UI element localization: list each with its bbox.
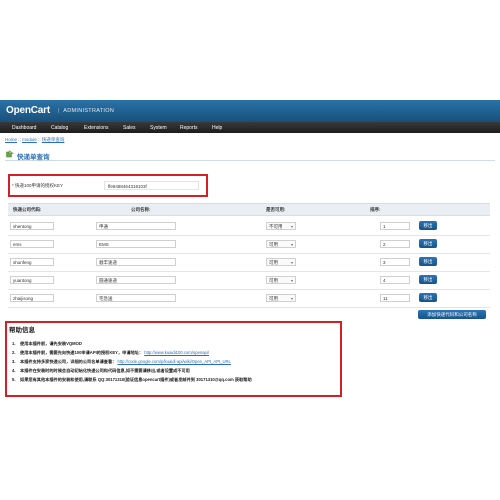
remove-button[interactable]: 移出 bbox=[419, 239, 437, 248]
help-item-text: 如果您有其他本插件的安装和使用,请联系 QQ:30171310(验证信息open… bbox=[20, 377, 252, 382]
company-name-input[interactable]: EMS bbox=[96, 240, 176, 248]
menu-reports[interactable]: Reports bbox=[180, 125, 198, 131]
status-select[interactable]: 可用 ▾ bbox=[266, 258, 296, 266]
page-title: 快递单查询 bbox=[17, 154, 50, 161]
table-row: yuantong 圆通速递 可用 ▾ 4 移出 bbox=[8, 272, 490, 290]
code-input[interactable]: ems bbox=[10, 240, 54, 248]
menu-dashboard[interactable]: Dashboard bbox=[12, 125, 36, 131]
header-subtitle: ADMINISTRATION bbox=[63, 108, 115, 114]
help-item-number: 4. bbox=[12, 368, 16, 373]
header-separator: | bbox=[58, 108, 60, 114]
status-select[interactable]: 可用 ▾ bbox=[266, 276, 296, 284]
order-input[interactable]: 2 bbox=[380, 240, 410, 248]
menu-sales[interactable]: Sales bbox=[123, 125, 136, 131]
chevron-down-icon: ▾ bbox=[290, 242, 293, 247]
breadcrumb-home[interactable]: Home bbox=[5, 137, 17, 142]
help-item-text: 本插件在安装时的时候会自动初始化快递公司和代码信息,如不需要请移出,或者设置成不… bbox=[20, 368, 190, 373]
chevron-down-icon: ▾ bbox=[290, 296, 293, 301]
menu-help[interactable]: Help bbox=[212, 125, 222, 131]
module-icon bbox=[6, 150, 14, 158]
help-link[interactable]: http://www.kuaidi100.com/openapi/ bbox=[144, 350, 209, 355]
help-item-text: 本插件支持多家快递公司，详细的公司名单请查看： bbox=[20, 359, 117, 364]
help-link[interactable]: http://code.google.com/p/kuaidi-api/wiki… bbox=[118, 359, 231, 364]
add-courier-button[interactable]: 添加快递代码和公司名称 bbox=[418, 310, 486, 319]
opencart-logo[interactable]: OpenCart bbox=[6, 105, 50, 116]
column-order: 排序: bbox=[370, 207, 381, 212]
code-input[interactable]: yuantong bbox=[10, 276, 54, 284]
status-select[interactable]: 可用 ▾ bbox=[266, 294, 296, 302]
chevron-down-icon: ▾ bbox=[290, 278, 293, 283]
status-value: 可用 bbox=[269, 242, 278, 247]
code-input[interactable]: zhaijisong bbox=[10, 294, 54, 302]
status-select[interactable]: 不可用 ▾ bbox=[266, 222, 296, 230]
help-item: 1. 使用本插件前，请先安装VQMOD bbox=[12, 339, 332, 348]
remove-button[interactable]: 移出 bbox=[419, 221, 437, 230]
help-item: 2. 使用本插件前，需要先向快递100申请API的授权KEY，申请地址： http… bbox=[12, 348, 332, 357]
order-input[interactable]: 3 bbox=[380, 258, 410, 266]
company-name-input[interactable]: 圆通速递 bbox=[96, 276, 176, 284]
code-input[interactable]: shunfeng bbox=[10, 258, 54, 266]
help-item-text: 使用本插件前，请先安装VQMOD bbox=[20, 341, 82, 346]
table-header: 快递公司代码: 公司名称: 是否可用: 排序: bbox=[8, 204, 490, 216]
menu-system[interactable]: System bbox=[150, 125, 167, 131]
breadcrumb: Home :: module :: 快递单查询 bbox=[5, 137, 64, 143]
table-row: shunfeng 顺丰速递 可用 ▾ 3 移出 bbox=[8, 254, 490, 272]
help-item-number: 3. bbox=[12, 359, 16, 364]
help-item: 4. 本插件在安装时的时候会自动初始化快递公司和代码信息,如不需要请移出,或者设置… bbox=[12, 366, 332, 375]
breadcrumb-module[interactable]: module bbox=[22, 137, 37, 142]
courier-table: 快递公司代码: 公司名称: 是否可用: 排序: shentong 申通 不可用 … bbox=[8, 203, 490, 337]
breadcrumb-current[interactable]: 快递单查询 bbox=[42, 137, 65, 142]
admin-subtitle: | ADMINISTRATION bbox=[58, 108, 114, 114]
table-row: ems EMS 可用 ▾ 2 移出 bbox=[8, 236, 490, 254]
remove-button[interactable]: 移出 bbox=[419, 257, 437, 266]
screenshot-canvas: OpenCart | ADMINISTRATION Dashboard Cata… bbox=[0, 100, 500, 400]
remove-button[interactable]: 移出 bbox=[419, 275, 437, 284]
menu-extensions[interactable]: Extensions bbox=[84, 125, 108, 131]
order-input[interactable]: 4 bbox=[380, 276, 410, 284]
breadcrumb-separator: :: bbox=[18, 137, 21, 142]
admin-header: OpenCart | ADMINISTRATION bbox=[0, 100, 500, 122]
status-value: 不可用 bbox=[269, 224, 283, 229]
order-input[interactable]: 1 bbox=[380, 222, 410, 230]
company-name-input[interactable]: 申通 bbox=[96, 222, 176, 230]
status-select[interactable]: 可用 ▾ bbox=[266, 240, 296, 248]
column-name: 公司名称: bbox=[131, 207, 151, 212]
table-row: shentong 申通 不可用 ▾ 1 移出 bbox=[8, 218, 490, 236]
panel-heading bbox=[5, 147, 495, 161]
api-key-input[interactable]: ffe8488464318103f bbox=[104, 181, 199, 190]
column-code: 快递公司代码: bbox=[13, 207, 42, 212]
help-item-text: 使用本插件前，需要先向快递100申请API的授权KEY，申请地址： bbox=[20, 350, 144, 355]
table-row: zhaijisong 宅急送 可用 ▾ 11 移出 bbox=[8, 290, 490, 308]
main-menu: Dashboard Catalog Extensions Sales Syste… bbox=[0, 122, 500, 133]
status-value: 可用 bbox=[269, 296, 278, 301]
code-input[interactable]: shentong bbox=[10, 222, 54, 230]
api-key-label-text: 快递100申请的授权KEY bbox=[15, 183, 64, 188]
company-name-input[interactable]: 顺丰速递 bbox=[96, 258, 176, 266]
help-item: 5. 如果您有其他本插件的安装和使用,请联系 QQ:30171310(验证信息op… bbox=[12, 375, 332, 384]
api-key-label: * 快递100申请的授权KEY bbox=[12, 183, 63, 189]
menu-catalog[interactable]: Catalog bbox=[51, 125, 68, 131]
order-input[interactable]: 11 bbox=[380, 294, 410, 302]
chevron-down-icon: ▾ bbox=[290, 224, 293, 229]
help-item: 3. 本插件支持多家快递公司，详细的公司名单请查看： http://code.go… bbox=[12, 357, 332, 366]
status-value: 可用 bbox=[269, 260, 278, 265]
help-title: 帮助信息 bbox=[9, 327, 35, 334]
help-list: 1. 使用本插件前，请先安装VQMOD 2. 使用本插件前，需要先向快递100申请A… bbox=[12, 339, 332, 384]
help-item-number: 2. bbox=[12, 350, 16, 355]
breadcrumb-separator: :: bbox=[38, 137, 41, 142]
help-item-number: 1. bbox=[12, 341, 16, 346]
remove-button[interactable]: 移出 bbox=[419, 293, 437, 302]
help-item-number: 5. bbox=[12, 377, 16, 382]
column-status: 是否可用: bbox=[266, 207, 286, 212]
status-value: 可用 bbox=[269, 278, 278, 283]
required-mark: * bbox=[12, 183, 14, 188]
chevron-down-icon: ▾ bbox=[290, 260, 293, 265]
company-name-input[interactable]: 宅急送 bbox=[96, 294, 176, 302]
